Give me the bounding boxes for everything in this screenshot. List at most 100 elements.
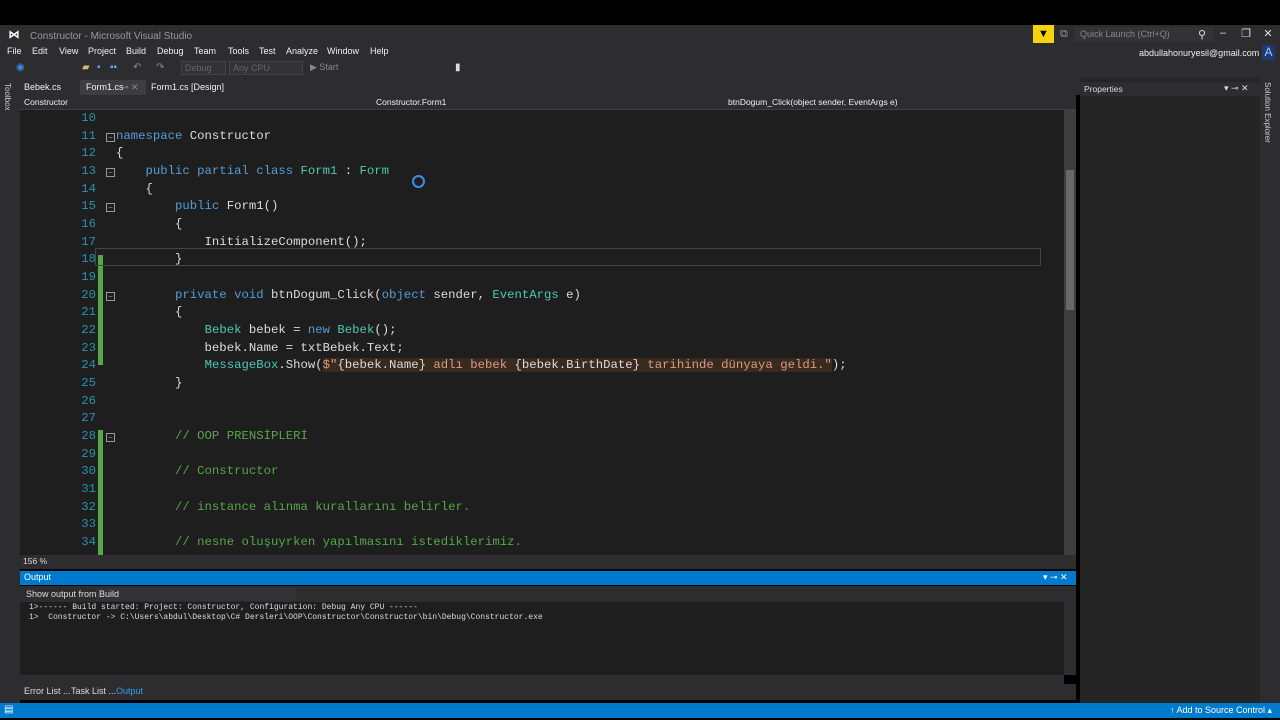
line-number: 29 bbox=[81, 446, 96, 461]
line-number: 22 bbox=[81, 323, 96, 338]
code-line: // Constructor bbox=[116, 464, 278, 478]
code-token: { bbox=[116, 217, 183, 232]
line-number: 27 bbox=[81, 411, 96, 426]
code-line: // OOP PRENSİPLERİ bbox=[116, 429, 308, 443]
open-folder-icon[interactable]: ▰ bbox=[82, 62, 90, 73]
code-token: .Show( bbox=[278, 358, 323, 373]
solution-explorer-strip bbox=[1260, 78, 1280, 703]
code-token: Form bbox=[359, 164, 390, 178]
collapse-icon[interactable]: − bbox=[106, 291, 115, 301]
menu-debug[interactable]: Debug bbox=[157, 46, 184, 56]
tab-output[interactable]: Output bbox=[116, 686, 143, 696]
tab-close-icon[interactable]: ⊸ ✕ bbox=[121, 82, 139, 93]
save-all-icon[interactable]: ▪▪ bbox=[110, 62, 117, 73]
menu-view[interactable]: View bbox=[59, 46, 78, 56]
code-editor[interactable]: 10 11− namespace Constructor 12{13− public … bbox=[20, 110, 1064, 555]
show-output-from-label: Show output from: bbox=[26, 589, 100, 599]
menu-window[interactable]: Window bbox=[327, 46, 359, 56]
code-token: bebek = bbox=[241, 323, 308, 338]
configuration-select[interactable]: Debug bbox=[181, 61, 226, 75]
code-token: Bebek bbox=[204, 323, 242, 338]
solution-explorer-tab[interactable]: Solution Explorer bbox=[1263, 82, 1272, 143]
properties-controls[interactable]: ▾ ⊸ ✕ bbox=[1224, 83, 1249, 94]
code-token: // OOP PRENSİPLERİ bbox=[116, 429, 308, 444]
code-token: btnDogum_Click( bbox=[270, 287, 382, 302]
change-margin bbox=[98, 430, 103, 555]
toolbox-tab[interactable]: Toolbox bbox=[3, 83, 12, 111]
start-button[interactable]: ▶ Start bbox=[310, 62, 338, 73]
bookmark-icon[interactable]: ▮ bbox=[455, 62, 461, 73]
line-number: 13 bbox=[81, 164, 96, 178]
redo-icon[interactable]: ↷ bbox=[156, 62, 164, 73]
tab-bebek-cs[interactable]: Bebek.cs bbox=[24, 82, 61, 92]
code-line: public partial class Form1 : Form bbox=[116, 164, 390, 178]
output-line: 1> Constructor -> C:\Users\abdul\Desktop… bbox=[29, 613, 543, 622]
code-token: new bbox=[307, 323, 338, 338]
avatar[interactable]: A bbox=[1262, 45, 1275, 60]
notification-flag-icon[interactable]: ▼ bbox=[1033, 25, 1054, 43]
menu-help[interactable]: Help bbox=[370, 46, 389, 56]
collapse-icon[interactable]: − bbox=[106, 132, 115, 142]
line-number: 30 bbox=[81, 464, 96, 479]
collapse-icon[interactable]: − bbox=[106, 203, 115, 213]
editor-scrollbar-thumb[interactable] bbox=[1066, 170, 1074, 310]
menu-analyze[interactable]: Analyze bbox=[286, 46, 318, 56]
tab-error-list[interactable]: Error List ... bbox=[24, 686, 71, 696]
output-source-select[interactable]: Build bbox=[96, 588, 296, 601]
class-dropdown[interactable]: Constructor.Form1 bbox=[376, 97, 446, 107]
code-line: { bbox=[116, 217, 182, 231]
code-token: sender, bbox=[425, 287, 493, 302]
code-token: {bebek.BirthDate} bbox=[514, 358, 640, 373]
loading-spinner-icon bbox=[412, 175, 425, 188]
output-hscrollbar[interactable] bbox=[20, 675, 1064, 684]
line-number: 26 bbox=[81, 393, 96, 408]
visual-studio-logo-icon: ⋈ bbox=[8, 29, 20, 41]
code-line: } bbox=[116, 376, 182, 390]
tab-task-list[interactable]: Task List ... bbox=[71, 686, 116, 696]
output-scrollbar[interactable] bbox=[1064, 602, 1076, 675]
line-number: 11 bbox=[81, 128, 96, 143]
menu-project[interactable]: Project bbox=[88, 46, 116, 56]
code-token: object bbox=[381, 287, 426, 302]
zoom-level[interactable]: 156 % bbox=[23, 556, 47, 566]
code-token: } bbox=[116, 376, 183, 391]
collapse-icon[interactable]: − bbox=[106, 433, 115, 443]
tab-form1-cs[interactable]: Form1.cs bbox=[86, 82, 124, 92]
code-line: // nesne oluşuyrken yapılmasını istedikl… bbox=[116, 535, 522, 549]
platform-select[interactable]: Any CPU bbox=[229, 61, 303, 75]
code-token: : bbox=[337, 164, 360, 178]
code-token: adlı bebek bbox=[425, 358, 515, 373]
undo-icon[interactable]: ↶ bbox=[133, 62, 141, 73]
code-token: tarihinde dünyaya geldi." bbox=[639, 358, 832, 373]
add-to-source-control-button[interactable]: ↑ Add to Source Control ▴ bbox=[1170, 705, 1272, 716]
code-line: { bbox=[116, 182, 153, 196]
code-token: InitializeComponent(); bbox=[116, 234, 367, 249]
menu-file[interactable]: File bbox=[7, 46, 22, 56]
tab-form1-design[interactable]: Form1.cs [Design] bbox=[151, 82, 224, 92]
line-number: 34 bbox=[81, 535, 96, 550]
code-line: { bbox=[116, 305, 182, 319]
code-line: bebek.Name = txtBebek.Text; bbox=[116, 341, 404, 355]
code-line: InitializeComponent(); bbox=[116, 235, 367, 249]
save-icon[interactable]: ▪ bbox=[97, 62, 101, 73]
account-name[interactable]: abdullahonuryesil@gmail.com bbox=[1139, 48, 1259, 58]
back-icon[interactable]: ◉ bbox=[16, 62, 25, 73]
project-dropdown[interactable]: Constructor bbox=[24, 97, 68, 107]
quick-launch-input[interactable]: Quick Launch (Ctrl+Q) bbox=[1074, 27, 1214, 42]
close-button[interactable]: ✕ bbox=[1261, 27, 1275, 40]
output-window-controls[interactable]: ▾ ⊸ ✕ bbox=[1043, 572, 1068, 583]
menu-team[interactable]: Team bbox=[194, 46, 216, 56]
change-margin bbox=[98, 255, 103, 365]
code-token: // nesne oluşuyrken yapılmasını istedikl… bbox=[116, 535, 522, 550]
feedback-icon[interactable]: ⧉ bbox=[1060, 28, 1068, 41]
minimize-button[interactable]: – bbox=[1216, 27, 1230, 39]
menu-test[interactable]: Test bbox=[259, 46, 276, 56]
search-icon[interactable]: ⚲ bbox=[1198, 28, 1206, 41]
menu-edit[interactable]: Edit bbox=[32, 46, 48, 56]
menu-build[interactable]: Build bbox=[126, 46, 146, 56]
member-dropdown[interactable]: btnDogum_Click(object sender, EventArgs … bbox=[728, 97, 898, 107]
restore-button[interactable]: ❐ bbox=[1239, 27, 1253, 40]
collapse-icon[interactable]: − bbox=[106, 168, 115, 177]
menu-tools[interactable]: Tools bbox=[228, 46, 249, 56]
